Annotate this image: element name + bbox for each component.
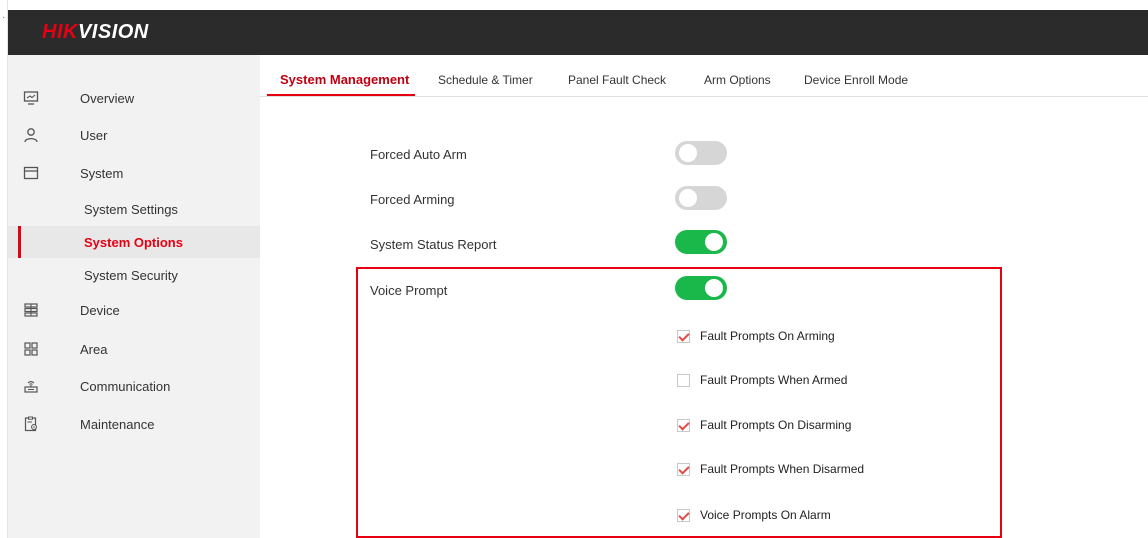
forced-auto-arm-label: Forced Auto Arm (370, 147, 467, 162)
tab-device-enroll-mode[interactable]: Device Enroll Mode (804, 73, 908, 87)
sidebar-item-label: Communication (80, 378, 171, 394)
toggle-knob (705, 279, 723, 297)
sidebar-item-overview[interactable]: Overview (8, 80, 260, 116)
sidebar: Overview User System System Settings Sys… (8, 55, 260, 538)
checkbox[interactable] (677, 329, 690, 343)
sidebar-item-label: Area (80, 341, 108, 357)
device-icon (22, 301, 40, 319)
sidebar-subitem-label: System Options (84, 234, 183, 250)
option-label: Fault Prompts On Disarming (700, 418, 852, 432)
option-label: Fault Prompts On Arming (700, 329, 835, 343)
sidebar-subitem-label: System Settings (84, 201, 178, 217)
sidebar-item-label: Maintenance (80, 416, 155, 432)
active-tab-indicator (267, 94, 415, 96)
sidebar-item-system[interactable]: System (8, 155, 260, 191)
voice-prompt-toggle[interactable] (675, 276, 727, 300)
checkbox[interactable] (677, 508, 690, 522)
monitor-icon (22, 89, 40, 107)
tab-panel-fault-check[interactable]: Panel Fault Check (568, 73, 666, 87)
fault-prompts-on-disarming-option[interactable]: Fault Prompts On Disarming (677, 416, 851, 434)
edge-mark: · (2, 12, 6, 23)
maintenance-icon (22, 415, 40, 433)
system-status-report-toggle[interactable] (675, 230, 727, 254)
tab-system-management[interactable]: System Management (280, 72, 409, 87)
sidebar-subitem-label: System Security (84, 267, 178, 283)
network-icon (22, 377, 40, 395)
sidebar-subitem-system-settings[interactable]: System Settings (8, 193, 260, 225)
app-window: · HIKVISION Overview User System System … (0, 0, 1148, 538)
forced-arming-label: Forced Arming (370, 192, 455, 207)
sidebar-item-label: Overview (80, 90, 135, 106)
checkbox[interactable] (677, 462, 690, 476)
toggle-knob (679, 144, 697, 162)
grid-icon (22, 340, 40, 358)
checkbox[interactable] (677, 373, 690, 387)
fault-prompts-when-armed-option[interactable]: Fault Prompts When Armed (677, 371, 847, 389)
fault-prompts-when-disarmed-option[interactable]: Fault Prompts When Disarmed (677, 460, 864, 478)
voice-prompts-on-alarm-option[interactable]: Voice Prompts On Alarm (677, 506, 831, 524)
left-edge: · (0, 0, 8, 538)
option-label: Fault Prompts When Armed (700, 373, 848, 387)
sidebar-item-communication[interactable]: Communication (8, 368, 260, 404)
sidebar-item-label: System (80, 165, 124, 181)
voice-prompt-highlight-box (356, 267, 1002, 538)
user-icon (22, 126, 40, 144)
sidebar-item-area[interactable]: Area (8, 331, 260, 367)
tab-bar: System Management Schedule & Timer Panel… (260, 55, 1148, 97)
forced-auto-arm-toggle[interactable] (675, 141, 727, 165)
window-icon (22, 164, 40, 182)
checkbox[interactable] (677, 418, 690, 432)
sidebar-subitem-system-security[interactable]: System Security (8, 259, 260, 291)
main-content: System Management Schedule & Timer Panel… (260, 55, 1148, 538)
fault-prompts-on-arming-option[interactable]: Fault Prompts On Arming (677, 327, 835, 345)
top-header: HIKVISION (8, 10, 1148, 55)
option-label: Fault Prompts When Disarmed (700, 462, 865, 476)
forced-arming-toggle[interactable] (675, 186, 727, 210)
voice-prompt-label: Voice Prompt (370, 283, 448, 298)
sidebar-subitem-system-options[interactable]: System Options (8, 226, 260, 258)
sidebar-item-device[interactable]: Device (8, 292, 260, 328)
tab-arm-options[interactable]: Arm Options (704, 73, 771, 87)
system-status-report-label: System Status Report (370, 237, 497, 252)
hikvision-logo: HIKVISION (42, 21, 149, 43)
toggle-knob (679, 189, 697, 207)
tab-schedule-timer[interactable]: Schedule & Timer (438, 73, 533, 87)
option-label: Voice Prompts On Alarm (700, 508, 831, 522)
sidebar-item-user[interactable]: User (8, 117, 260, 153)
sidebar-item-maintenance[interactable]: Maintenance (8, 406, 260, 442)
sidebar-item-label: Device (80, 302, 120, 318)
sidebar-item-label: User (80, 127, 108, 143)
toggle-knob (705, 233, 723, 251)
